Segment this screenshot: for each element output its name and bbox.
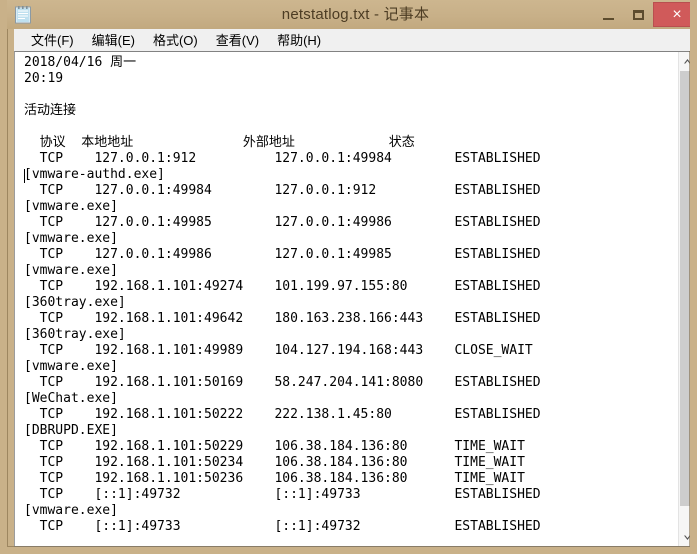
close-icon: × (672, 5, 682, 23)
notepad-window: netstatlog.txt - 记事本 × 文件(F) 编辑(E) 格式(O)… (0, 0, 697, 554)
menu-format[interactable]: 格式(O) (144, 28, 207, 52)
text-caret (24, 169, 25, 183)
close-button[interactable]: × (653, 2, 690, 27)
menu-view[interactable]: 查看(V) (207, 28, 268, 52)
menu-help[interactable]: 帮助(H) (268, 28, 330, 52)
text-editor[interactable]: 2018/04/16 周一 20:19 活动连接 协议 本地地址 外部地址 状态… (15, 52, 678, 546)
menu-file[interactable]: 文件(F) (22, 28, 83, 52)
scroll-up-icon[interactable] (679, 52, 690, 70)
client-area: 2018/04/16 周一 20:19 活动连接 协议 本地地址 外部地址 状态… (14, 51, 690, 547)
scroll-thumb[interactable] (680, 71, 690, 506)
document-text: 2018/04/16 周一 20:19 活动连接 协议 本地地址 外部地址 状态… (24, 55, 541, 534)
menu-bar: 文件(F) 编辑(E) 格式(O) 查看(V) 帮助(H) (14, 28, 690, 52)
scroll-down-icon[interactable] (679, 528, 690, 546)
menu-edit[interactable]: 编辑(E) (83, 28, 144, 52)
maximize-button[interactable] (623, 0, 653, 29)
maximize-icon (632, 9, 644, 20)
minimize-icon (602, 17, 614, 20)
title-bar[interactable]: netstatlog.txt - 记事本 × (7, 0, 690, 29)
caption-buttons: × (593, 0, 690, 29)
notepad-icon (13, 5, 33, 25)
minimize-button[interactable] (593, 0, 623, 29)
vertical-scrollbar[interactable] (678, 52, 690, 546)
